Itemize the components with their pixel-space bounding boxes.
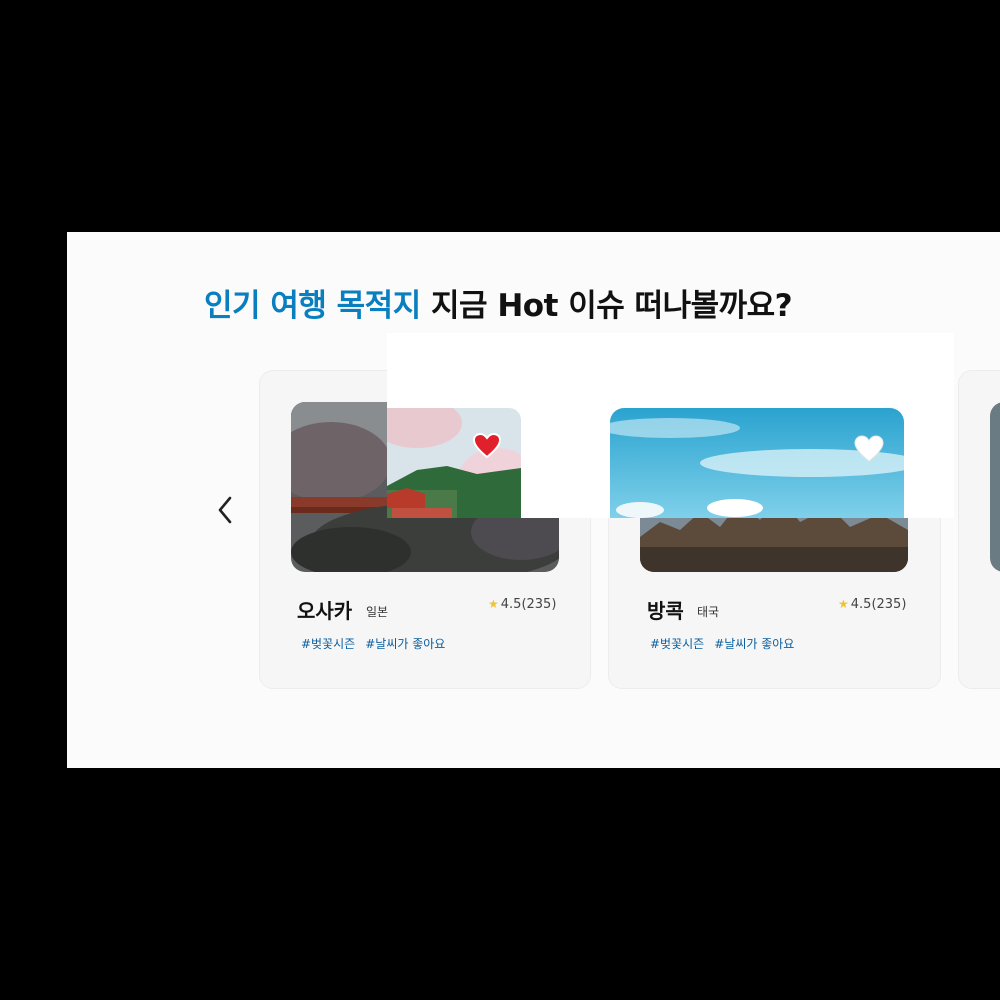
heart-outline-icon [854, 435, 884, 462]
star-icon: ★ [488, 597, 499, 611]
card-tags: #벚꽃시즌 #날씨가 좋아요 [301, 635, 455, 652]
card-city: 오사카 [297, 599, 353, 623]
favorite-heart-button[interactable] [854, 435, 884, 467]
card-country: 일본 [366, 605, 389, 619]
section-title-rest: 지금 Hot 이슈 떠나볼까요? [420, 288, 793, 324]
tag-link[interactable]: #날씨가 좋아요 [365, 637, 445, 651]
card-rating: ★ 4.5(235) [488, 597, 556, 612]
section-title-accent: 인기 여행 목적지 [204, 288, 421, 324]
partial-photo [990, 402, 1000, 572]
favorite-heart-button[interactable] [472, 432, 502, 463]
tag-link[interactable]: #날씨가 좋아요 [714, 637, 794, 651]
section-title: 인기 여행 목적지 지금 Hot 이슈 떠나볼까요? [204, 280, 793, 325]
chevron-left-icon [218, 496, 232, 524]
card-city: 방콕 [647, 599, 684, 623]
carousel-prev-button[interactable] [215, 494, 237, 526]
star-icon: ★ [838, 597, 849, 611]
tag-link[interactable]: #벚꽃시즌 [301, 637, 355, 651]
card-rating-value: 4.5(235) [500, 597, 557, 612]
card-rating: ★ 4.5(235) [838, 597, 906, 612]
destination-card-partial[interactable] [958, 370, 1000, 689]
osaka-photo-highlight [387, 408, 521, 518]
tag-link[interactable]: #벚꽃시즌 [650, 637, 704, 651]
card-rating-value: 4.5(235) [850, 597, 907, 612]
card-tags: #벚꽃시즌 #날씨가 좋아요 [650, 635, 804, 652]
heart-filled-icon [472, 432, 502, 459]
card-country: 태국 [697, 605, 720, 619]
bangkok-photo-highlight [610, 408, 904, 518]
